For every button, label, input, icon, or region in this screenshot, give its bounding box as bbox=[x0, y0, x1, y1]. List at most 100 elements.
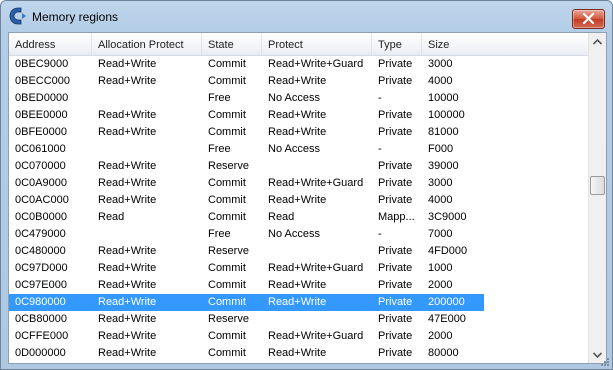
cell-address: 0C480000 bbox=[15, 245, 66, 257]
cell-protect bbox=[262, 243, 372, 260]
resize-grip-icon[interactable] bbox=[600, 357, 610, 367]
close-button[interactable] bbox=[572, 9, 605, 29]
table-row[interactable]: 0BEE0000 Read+Write Commit Read+Write Privat… bbox=[9, 107, 589, 124]
cell-protect: Read+Write bbox=[268, 126, 327, 138]
cell-address: 0CB80000 bbox=[15, 313, 67, 325]
scrollbar-thumb[interactable] bbox=[590, 176, 605, 195]
cell-allocation-protect bbox=[92, 90, 202, 107]
memory-regions-window: Memory regions Address Allocation Protec… bbox=[0, 0, 613, 370]
cell-size: 2000 bbox=[428, 279, 453, 291]
table-row[interactable]: 0C0AC000 Read+Write Commit Read+Write Privat… bbox=[9, 192, 589, 209]
cell-state: Reserve bbox=[208, 160, 249, 172]
cell-allocation-protect: Read+Write bbox=[98, 194, 157, 206]
cell-protect: Read bbox=[268, 211, 295, 223]
cell-protect: Read+Write bbox=[268, 109, 327, 121]
table-row[interactable]: 0C980000 Read+Write Commit Read+Write Privat… bbox=[9, 294, 484, 311]
cell-protect: Read+Write bbox=[268, 296, 327, 308]
cell-protect: No Access bbox=[268, 228, 320, 240]
cell-state: Commit bbox=[208, 211, 246, 223]
cell-size: 3000 bbox=[428, 58, 453, 70]
cell-state: Free bbox=[208, 143, 231, 155]
column-type[interactable]: Type bbox=[372, 33, 422, 55]
cell-address: 0BEC9000 bbox=[15, 58, 69, 70]
cell-type: - bbox=[378, 92, 382, 104]
cell-address: 0BEE0000 bbox=[15, 109, 68, 121]
cell-type: Private bbox=[378, 58, 413, 70]
window-title: Memory regions bbox=[32, 10, 119, 24]
table-row[interactable]: 0C97D000 Read+Write Commit Read+Write+Guard… bbox=[9, 260, 589, 277]
close-icon bbox=[582, 13, 595, 24]
cell-type: Private bbox=[378, 109, 413, 121]
cell-protect: No Access bbox=[268, 143, 320, 155]
cell-type: Private bbox=[378, 126, 413, 138]
cell-size: 1000 bbox=[428, 262, 453, 274]
cell-protect: Read+Write bbox=[268, 194, 327, 206]
cell-state: Commit bbox=[208, 75, 246, 87]
table-row[interactable]: 0BEC9000 Read+Write Commit Read+Write+Guard… bbox=[9, 56, 589, 73]
cell-protect: Read+Write bbox=[268, 75, 327, 87]
cell-type: Private bbox=[378, 262, 413, 274]
cell-address: 0C0B0000 bbox=[15, 211, 67, 223]
title-bar[interactable]: Memory regions bbox=[1, 1, 612, 31]
column-protect[interactable]: Protect bbox=[262, 33, 372, 55]
cell-type: - bbox=[378, 228, 382, 240]
cell-allocation-protect: Read+Write bbox=[98, 279, 157, 291]
cell-address: 0BFE0000 bbox=[15, 126, 67, 138]
cell-state: Commit bbox=[208, 109, 246, 121]
table-row[interactable]: 0CB80000 Read+Write Reserve Private 47E000 bbox=[9, 311, 589, 328]
table-row[interactable]: 0CFFE000 Read+Write Commit Read+Write+Guard… bbox=[9, 328, 589, 345]
cheat-engine-icon bbox=[9, 7, 27, 25]
cell-state: Commit bbox=[208, 177, 246, 189]
cell-type: Mapp... bbox=[378, 211, 415, 223]
cell-allocation-protect bbox=[92, 141, 202, 158]
table-row[interactable]: 0BED0000 Free No Access - 10000 bbox=[9, 90, 589, 107]
cell-allocation-protect: Read+Write bbox=[98, 313, 157, 325]
table-row[interactable]: 0D000000 Read+Write Commit Read+Write Privat… bbox=[9, 345, 589, 362]
cell-type: Private bbox=[378, 75, 413, 87]
cell-address: 0D000000 bbox=[15, 347, 66, 359]
cell-address: 0C97E000 bbox=[15, 279, 67, 291]
cell-size: 4000 bbox=[428, 75, 453, 87]
cell-type: Private bbox=[378, 177, 413, 189]
table-row[interactable]: 0C97E000 Read+Write Commit Read+Write Privat… bbox=[9, 277, 589, 294]
table-row[interactable]: 0C479000 Free No Access - 7000 bbox=[9, 226, 589, 243]
cell-allocation-protect: Read bbox=[98, 211, 125, 223]
table-row[interactable]: 0C061000 Free No Access - F000 bbox=[9, 141, 589, 158]
cell-address: 0BED0000 bbox=[15, 92, 69, 104]
cell-allocation-protect: Read+Write bbox=[98, 58, 157, 70]
memory-regions-list[interactable]: Address Allocation Protect State Protect… bbox=[8, 32, 607, 364]
cell-protect: Read+Write bbox=[268, 347, 327, 359]
cell-size: 3000 bbox=[428, 177, 453, 189]
cell-size: 10000 bbox=[428, 92, 459, 104]
cell-type: Private bbox=[378, 245, 413, 257]
scroll-up-button[interactable] bbox=[589, 33, 606, 50]
table-row[interactable]: 0C480000 Read+Write Reserve Private 4FD000 bbox=[9, 243, 589, 260]
vertical-scrollbar[interactable] bbox=[588, 33, 606, 363]
column-size[interactable]: Size bbox=[422, 33, 589, 55]
table-row[interactable]: 0C0A9000 Read+Write Commit Read+Write+Guard… bbox=[9, 175, 589, 192]
cell-protect: Read+Write+Guard bbox=[268, 177, 364, 189]
cell-allocation-protect: Read+Write bbox=[98, 75, 157, 87]
cell-allocation-protect: Read+Write bbox=[98, 262, 157, 274]
cell-type: Private bbox=[378, 160, 413, 172]
column-state[interactable]: State bbox=[202, 33, 262, 55]
cell-size: 4FD000 bbox=[428, 245, 468, 257]
cell-address: 0C97D000 bbox=[15, 262, 68, 274]
cell-allocation-protect: Read+Write bbox=[98, 296, 157, 308]
cell-type: - bbox=[378, 143, 382, 155]
cell-state: Commit bbox=[208, 58, 246, 70]
table-row[interactable]: 0C0B0000 Read Commit Read Mapp... 3C9000 bbox=[9, 209, 589, 226]
table-row[interactable]: 0BFE0000 Read+Write Commit Read+Write Privat… bbox=[9, 124, 589, 141]
cell-size: 100000 bbox=[428, 109, 465, 121]
cell-allocation-protect: Read+Write bbox=[98, 347, 157, 359]
cell-state: Commit bbox=[208, 296, 246, 308]
table-row[interactable]: 0C070000 Read+Write Reserve Private 39000 bbox=[9, 158, 589, 175]
column-address[interactable]: Address bbox=[9, 33, 92, 55]
cell-size: F000 bbox=[428, 143, 454, 155]
cell-type: Private bbox=[378, 194, 413, 206]
cell-type: Private bbox=[378, 296, 413, 308]
table-row[interactable]: 0BECC000 Read+Write Commit Read+Write Privat… bbox=[9, 73, 589, 90]
cell-state: Reserve bbox=[208, 313, 249, 325]
column-allocation-protect[interactable]: Allocation Protect bbox=[92, 33, 202, 55]
cell-allocation-protect bbox=[92, 226, 202, 243]
